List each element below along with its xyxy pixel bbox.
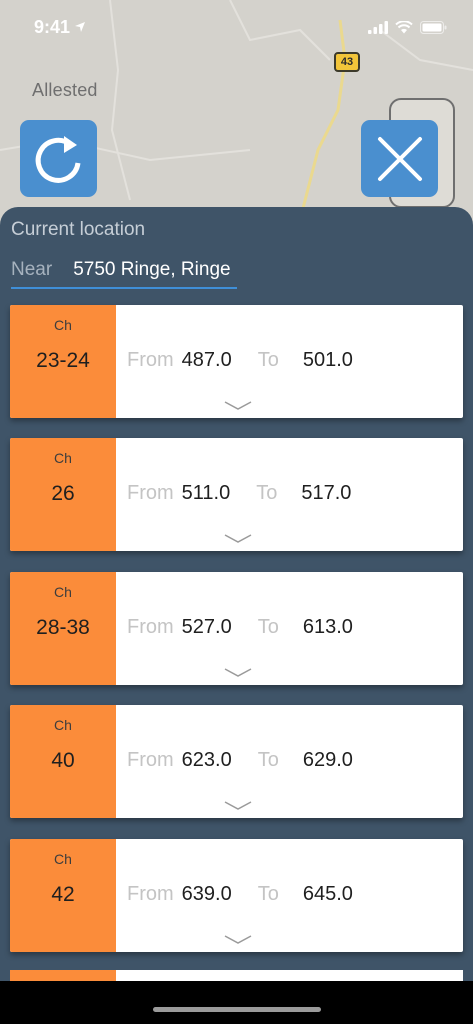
channel-badge: Ch 40	[10, 705, 116, 818]
chevron-down-icon[interactable]	[224, 801, 252, 811]
channel-label: Ch	[54, 851, 72, 867]
near-label: Near	[11, 259, 53, 280]
channel-number: 23-24	[36, 349, 90, 372]
near-location-value[interactable]: 5750 Ringe, Ringe	[73, 259, 230, 281]
panel-title: Current location	[11, 219, 146, 240]
map-place-label: Allested	[32, 80, 98, 100]
channel-label: Ch	[54, 717, 72, 733]
channel-number: 28-38	[36, 616, 90, 639]
to-label: To	[257, 349, 279, 371]
channel-number: 26	[51, 482, 75, 505]
channel-card[interactable]: Ch 23-24 From 487.0 To 501.0	[10, 305, 463, 418]
bottom-safe-area	[0, 981, 473, 1024]
status-time: 9:41	[34, 17, 86, 38]
channel-label: Ch	[54, 317, 72, 333]
from-value: 511.0	[181, 482, 231, 504]
to-label: To	[257, 749, 279, 771]
battery-icon	[420, 20, 447, 34]
wifi-icon	[395, 20, 413, 33]
near-location-field[interactable]: Near 5750 Ringe, Ringe	[11, 253, 237, 289]
status-bar: 9:41	[0, 0, 473, 54]
close-button[interactable]	[361, 120, 438, 197]
chevron-down-icon[interactable]	[224, 935, 252, 945]
to-value: 645.0	[302, 883, 353, 905]
to-value: 629.0	[302, 749, 353, 771]
channel-panel: Current location Near 5750 Ringe, Ringe …	[0, 207, 473, 997]
from-value: 623.0	[181, 749, 232, 771]
to-value: 517.0	[301, 482, 352, 504]
channel-card[interactable]: Ch 26 From 511.0 To 517.0	[10, 438, 463, 551]
chevron-down-icon[interactable]	[224, 401, 252, 411]
from-value: 527.0	[181, 616, 232, 638]
channel-badge: Ch 26	[10, 438, 116, 551]
to-value: 613.0	[302, 616, 353, 638]
chevron-down-icon[interactable]	[224, 534, 252, 544]
from-label: From	[127, 749, 174, 771]
status-time-text: 9:41	[34, 16, 71, 37]
road-number-badge: 43	[334, 52, 360, 72]
to-label: To	[257, 616, 279, 638]
channel-card[interactable]: Ch 42 From 639.0 To 645.0	[10, 839, 463, 952]
from-label: From	[127, 883, 174, 905]
channel-badge: Ch 42	[10, 839, 116, 952]
refresh-button[interactable]	[20, 120, 97, 197]
close-icon	[377, 136, 422, 181]
from-label: From	[127, 349, 174, 371]
to-label: To	[257, 883, 279, 905]
from-value: 487.0	[181, 349, 232, 371]
home-indicator[interactable]	[153, 1007, 321, 1012]
channel-card[interactable]: Ch 28-38 From 527.0 To 613.0	[10, 572, 463, 685]
location-arrow-icon	[75, 22, 86, 32]
to-label: To	[256, 482, 278, 504]
channel-card[interactable]: Ch 40 From 623.0 To 629.0	[10, 705, 463, 818]
from-label: From	[127, 482, 174, 504]
to-value: 501.0	[302, 349, 353, 371]
channel-badge: Ch 23-24	[10, 305, 116, 418]
channel-label: Ch	[54, 584, 72, 600]
channel-badge: Ch 28-38	[10, 572, 116, 685]
from-label: From	[127, 616, 174, 638]
cellular-signal-icon	[368, 20, 388, 34]
channel-number: 42	[51, 883, 75, 906]
chevron-down-icon[interactable]	[224, 668, 252, 678]
channel-label: Ch	[54, 450, 72, 466]
refresh-icon	[35, 135, 80, 183]
channel-number: 40	[51, 749, 75, 772]
from-value: 639.0	[181, 883, 232, 905]
